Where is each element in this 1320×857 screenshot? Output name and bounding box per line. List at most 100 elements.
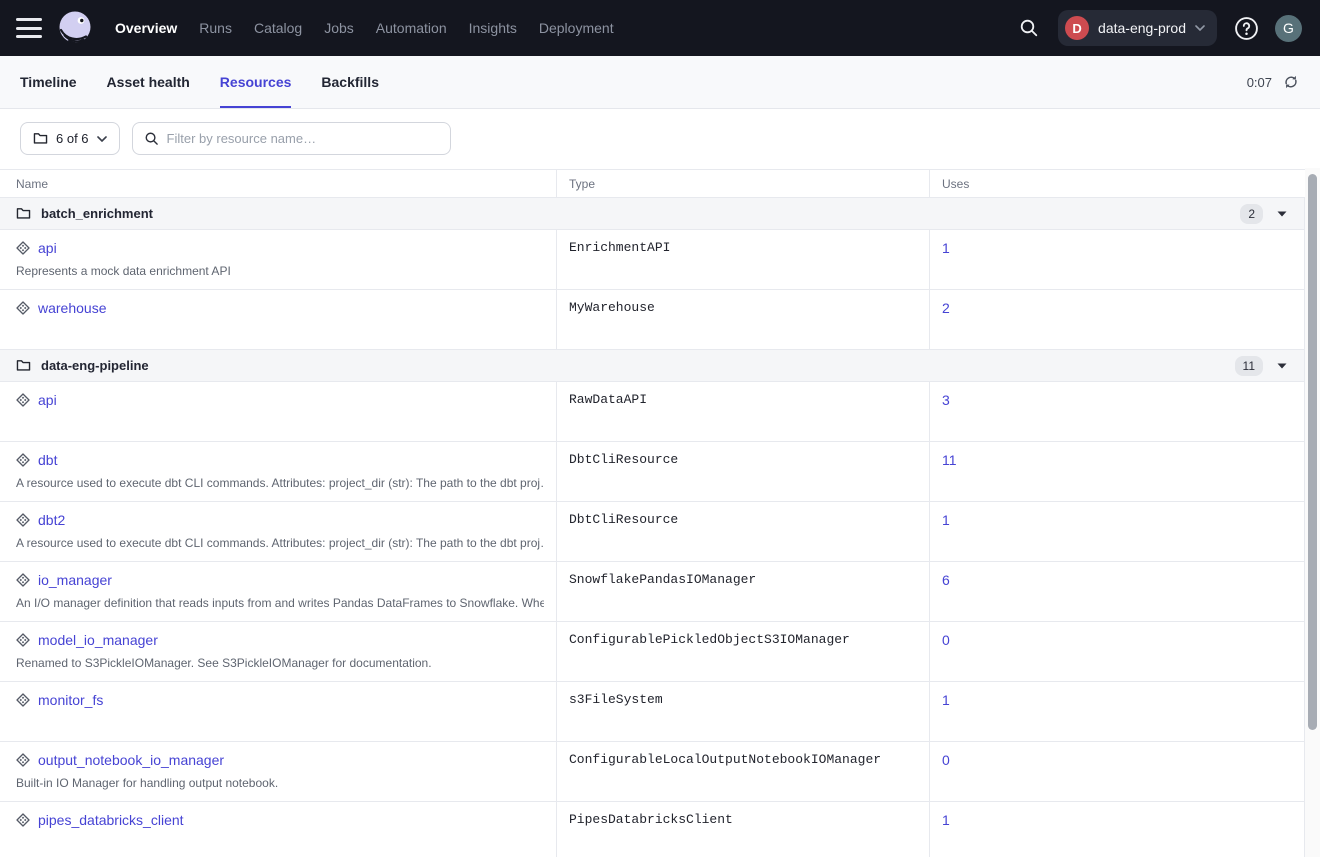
resource-icon [16, 573, 30, 587]
resource-uses-link[interactable]: 1 [942, 692, 950, 708]
resource-description: Built-in IO Manager for handling output … [16, 776, 544, 790]
resource-row: output_notebook_io_manager Built-in IO M… [0, 742, 1305, 802]
workspace-badge: D [1065, 16, 1089, 40]
resource-type: ConfigurablePickledObjectS3IOManager [557, 622, 930, 681]
resource-row: monitor_fs s3FileSystem 1 [0, 682, 1305, 742]
group-count-badge: 11 [1235, 356, 1263, 376]
resource-type: PipesDatabricksClient [557, 802, 930, 857]
resource-uses-link[interactable]: 1 [942, 812, 950, 828]
resource-group-row[interactable]: data-eng-pipeline 11 [0, 350, 1305, 382]
resource-description: An I/O manager definition that reads inp… [16, 596, 544, 610]
resource-type: MyWarehouse [557, 290, 930, 349]
topnav-item-deployment[interactable]: Deployment [528, 12, 625, 44]
resource-name-link[interactable]: output_notebook_io_manager [38, 752, 224, 768]
resource-filter-input[interactable] [167, 131, 439, 146]
group-name: data-eng-pipeline [41, 358, 149, 373]
resources-table: Name Type Uses batch_enrichment 2 api [0, 169, 1305, 857]
menu-icon[interactable] [16, 18, 42, 38]
tab-bar: Timeline Asset health Resources Backfills 0… [0, 56, 1320, 109]
collapse-caret-icon[interactable] [1277, 211, 1287, 217]
main-nav: OverviewRunsCatalogJobsAutomationInsight… [104, 12, 625, 44]
tab-resources[interactable]: Resources [220, 56, 292, 108]
topnav-item-jobs[interactable]: Jobs [313, 12, 365, 44]
resource-row: api RawDataAPI 3 [0, 382, 1305, 442]
workspace-selector[interactable]: D data-eng-prod [1058, 10, 1217, 46]
search-icon[interactable] [1016, 15, 1042, 41]
resource-filter-box [132, 122, 451, 155]
table-header: Name Type Uses [0, 170, 1305, 198]
group-count-dropdown[interactable]: 6 of 6 [20, 122, 120, 155]
topnav-item-runs[interactable]: Runs [188, 12, 243, 44]
resource-type: DbtCliResource [557, 502, 930, 561]
folder-icon [16, 359, 31, 372]
resource-uses-link[interactable]: 1 [942, 512, 950, 528]
search-icon [144, 131, 159, 146]
resource-description: A resource used to execute dbt CLI comma… [16, 476, 544, 490]
resource-name-link[interactable]: dbt [38, 452, 57, 468]
dagster-logo[interactable] [56, 9, 94, 47]
resource-icon [16, 393, 30, 407]
resource-name-link[interactable]: dbt2 [38, 512, 65, 528]
resource-type: ConfigurableLocalOutputNotebookIOManager [557, 742, 930, 801]
resource-name-link[interactable]: io_manager [38, 572, 112, 588]
resource-type: RawDataAPI [557, 382, 930, 441]
resource-name-link[interactable]: api [38, 392, 57, 408]
user-avatar[interactable]: G [1275, 15, 1302, 42]
resource-icon [16, 513, 30, 527]
resource-uses-link[interactable]: 1 [942, 240, 950, 256]
resource-icon [16, 753, 30, 767]
resource-row: dbt A resource used to execute dbt CLI c… [0, 442, 1305, 502]
column-header-type: Type [557, 170, 930, 197]
resource-type: DbtCliResource [557, 442, 930, 501]
folder-icon [16, 207, 31, 220]
resource-uses-link[interactable]: 3 [942, 392, 950, 408]
resource-uses-link[interactable]: 6 [942, 572, 950, 588]
topnav-item-catalog[interactable]: Catalog [243, 12, 313, 44]
resource-type: s3FileSystem [557, 682, 930, 741]
resource-uses-link[interactable]: 0 [942, 752, 950, 768]
topnav-item-insights[interactable]: Insights [458, 12, 528, 44]
resource-icon [16, 453, 30, 467]
topnav-item-automation[interactable]: Automation [365, 12, 458, 44]
folder-icon [33, 132, 48, 145]
resource-description: A resource used to execute dbt CLI comma… [16, 536, 544, 550]
resource-name-link[interactable]: model_io_manager [38, 632, 158, 648]
tab-asset-health[interactable]: Asset health [107, 56, 190, 108]
refresh-icon[interactable] [1282, 73, 1300, 91]
tab-backfills[interactable]: Backfills [321, 56, 379, 108]
scrollbar-track [1305, 168, 1320, 857]
filter-bar: 6 of 6 [0, 109, 1320, 169]
resource-group-row[interactable]: batch_enrichment 2 [0, 198, 1305, 230]
resource-type: SnowflakePandasIOManager [557, 562, 930, 621]
resource-name-link[interactable]: monitor_fs [38, 692, 103, 708]
collapse-caret-icon[interactable] [1277, 363, 1287, 369]
workspace-name: data-eng-prod [1098, 20, 1186, 36]
resource-name-link[interactable]: pipes_databricks_client [38, 812, 184, 828]
group-name: batch_enrichment [41, 206, 153, 221]
resource-row: io_manager An I/O manager definition tha… [0, 562, 1305, 622]
resource-row: model_io_manager Renamed to S3PickleIOMa… [0, 622, 1305, 682]
resource-type: EnrichmentAPI [557, 230, 930, 289]
resource-row: dbt2 A resource used to execute dbt CLI … [0, 502, 1305, 562]
top-navigation-bar: OverviewRunsCatalogJobsAutomationInsight… [0, 0, 1320, 56]
group-count-label: 6 of 6 [56, 131, 89, 146]
resource-icon [16, 301, 30, 315]
scrollbar-thumb[interactable] [1308, 174, 1317, 730]
resource-icon [16, 241, 30, 255]
resource-description: Renamed to S3PickleIOManager. See S3Pick… [16, 656, 544, 670]
resource-icon [16, 813, 30, 827]
tab-timeline[interactable]: Timeline [20, 56, 77, 108]
resource-name-link[interactable]: warehouse [38, 300, 107, 316]
refresh-timer: 0:07 [1247, 75, 1272, 90]
resource-uses-link[interactable]: 2 [942, 300, 950, 316]
chevron-down-icon [1195, 25, 1205, 31]
help-icon[interactable] [1233, 15, 1259, 41]
resource-name-link[interactable]: api [38, 240, 57, 256]
resource-uses-link[interactable]: 0 [942, 632, 950, 648]
chevron-down-icon [97, 136, 107, 142]
resource-row: api Represents a mock data enrichment AP… [0, 230, 1305, 290]
resource-uses-link[interactable]: 11 [942, 452, 957, 468]
resource-row: warehouse MyWarehouse 2 [0, 290, 1305, 350]
topnav-item-overview[interactable]: Overview [104, 12, 188, 44]
resource-row: pipes_databricks_client PipesDatabricksC… [0, 802, 1305, 857]
